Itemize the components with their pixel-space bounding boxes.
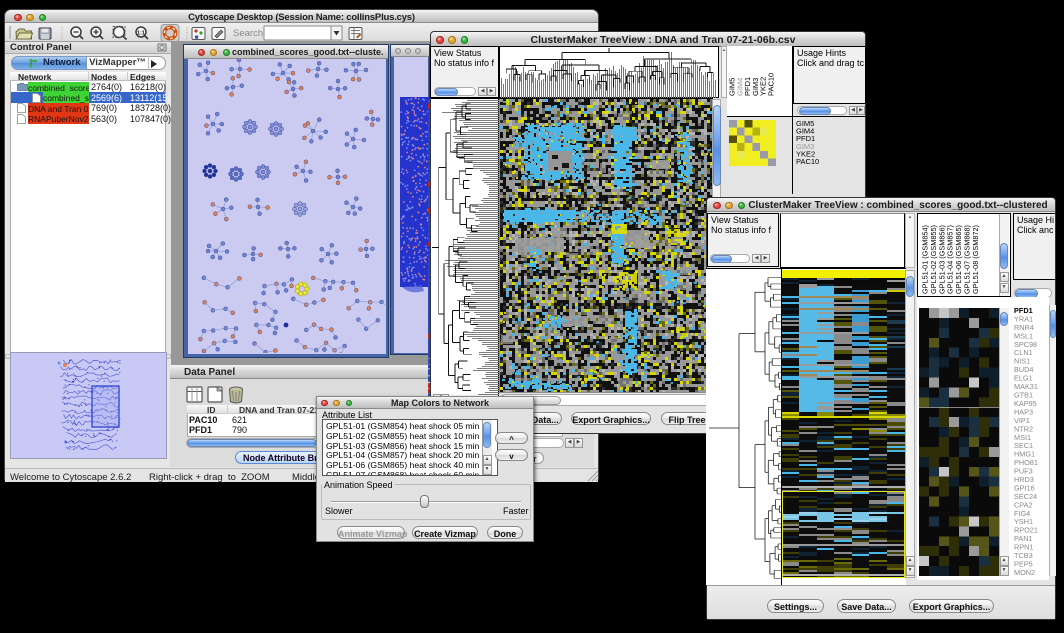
svg-text:PAC10: PAC10 xyxy=(796,157,819,166)
svg-text:Search:: Search: xyxy=(233,28,266,39)
svg-text:GPL51-08 (GSM872): GPL51-08 (GSM872) xyxy=(971,225,980,294)
svg-text:PAC10: PAC10 xyxy=(767,73,776,96)
svg-text:MON2: MON2 xyxy=(1014,568,1035,577)
svg-text:1:1: 1:1 xyxy=(137,31,145,37)
